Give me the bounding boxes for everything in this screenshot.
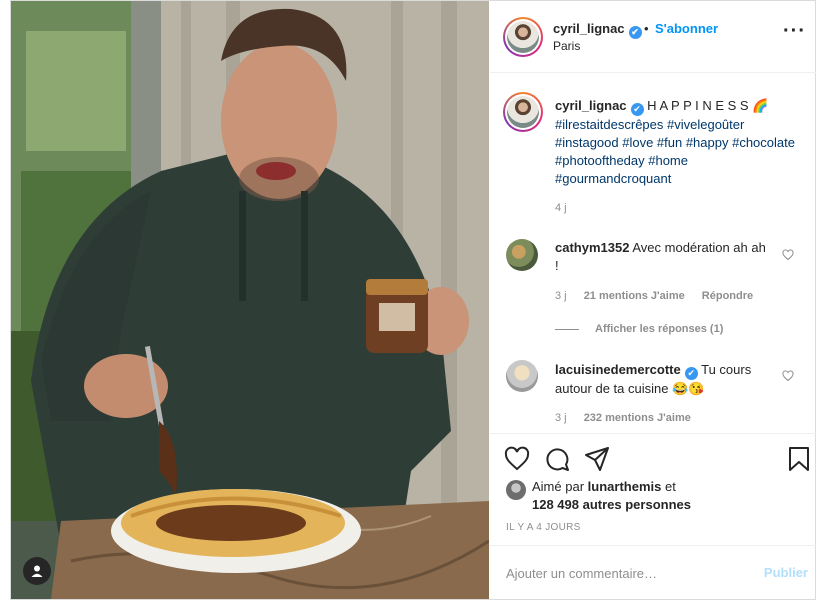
caption-username[interactable]: cyril_lignac (555, 98, 627, 113)
avatar[interactable] (503, 17, 543, 57)
post-actions: Aimé par lunarthemis et 128 498 autres p… (490, 433, 816, 545)
reply-button[interactable]: Répondre (702, 290, 753, 302)
replies-line (555, 328, 579, 330)
comment-likes[interactable]: 21 mentions J'aime (584, 290, 685, 302)
caption-title: H A P P I N E S S 🌈 (647, 98, 769, 113)
post-dialog: cyril_lignac ✔ • S'abonner Paris ··· cyri… (10, 0, 816, 600)
separator-dot: • (644, 21, 649, 36)
heart-icon[interactable] (504, 446, 530, 472)
commenter-avatar[interactable] (506, 239, 538, 271)
comments-list[interactable]: cyril_lignac ✔ H A P P I N E S S 🌈 #ilres… (490, 74, 816, 432)
share-icon[interactable] (584, 446, 610, 472)
commenter-username[interactable]: lacuisinedemercotte (555, 362, 681, 377)
verified-badge-icon: ✔ (630, 103, 644, 116)
comment-like-heart-icon[interactable] (782, 249, 794, 261)
publish-button[interactable]: Publier (764, 565, 808, 580)
comment-text: lacuisinedemercotte ✔ Tu cours autour de … (555, 361, 770, 398)
bookmark-icon[interactable] (786, 446, 812, 472)
show-replies-button[interactable]: Afficher les réponses (1) (555, 323, 723, 335)
commenter-avatar[interactable] (506, 360, 538, 392)
post-photo-illustration (11, 1, 489, 599)
verified-badge-icon: ✔ (628, 26, 642, 39)
author-username[interactable]: cyril_lignac ✔ (553, 21, 642, 39)
add-comment-bar: Publier (490, 545, 816, 599)
comment-text: cathym1352 Avec modération ah ah ! (555, 239, 770, 275)
follow-button[interactable]: S'abonner (655, 21, 718, 36)
more-options-icon[interactable]: ··· (783, 21, 806, 41)
post-sidebar: cyril_lignac ✔ • S'abonner Paris ··· cyri… (490, 1, 816, 599)
liked-suffix: et (664, 479, 676, 494)
comment-like-heart-icon[interactable] (782, 370, 794, 382)
tagged-users-icon[interactable] (23, 557, 51, 585)
caption-avatar[interactable] (503, 92, 543, 132)
comment-time[interactable]: 3 j (555, 412, 567, 424)
post-photo[interactable] (11, 1, 489, 599)
comment-meta: 3 j 21 mentions J'aime Répondre (555, 290, 767, 302)
comment-input[interactable] (506, 561, 736, 585)
caption-text: cyril_lignac ✔ H A P P I N E S S 🌈 #ilres… (555, 97, 795, 188)
liked-prefix: Aimé par (532, 479, 585, 494)
post-header: cyril_lignac ✔ • S'abonner Paris ··· (490, 1, 816, 73)
caption-hashtags[interactable]: #ilrestaitdescrêpes #vivelegoûter #insta… (555, 117, 795, 186)
comment-time[interactable]: 3 j (555, 290, 567, 302)
comment-icon[interactable] (544, 446, 570, 472)
liked-others[interactable]: 128 498 autres personnes (532, 496, 691, 514)
liker-avatar[interactable] (506, 480, 526, 500)
author-username-text[interactable]: cyril_lignac (553, 21, 625, 36)
caption-time[interactable]: 4 j (555, 202, 567, 214)
post-date[interactable]: IL Y A 4 JOURS (506, 522, 581, 533)
commenter-username[interactable]: cathym1352 (555, 240, 629, 255)
comment-meta: 3 j 232 mentions J'aime (555, 412, 705, 424)
liked-by-line: Aimé par lunarthemis et (532, 478, 676, 496)
show-replies-label[interactable]: Afficher les réponses (1) (595, 323, 723, 335)
verified-badge-icon: ✔ (684, 367, 698, 380)
comment-likes[interactable]: 232 mentions J'aime (584, 412, 691, 424)
liked-user[interactable]: lunarthemis (588, 479, 662, 494)
location-link[interactable]: Paris (553, 39, 580, 53)
